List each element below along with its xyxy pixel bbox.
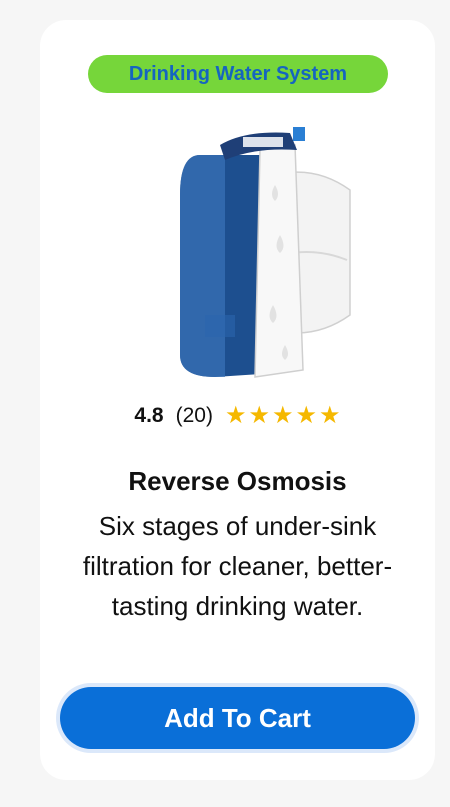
product-description: Six stages of under-sink filtration for … [82,511,393,621]
product-image [180,127,351,378]
add-to-cart-button[interactable]: Add To Cart [60,687,415,749]
rating-value: 4.8 [134,404,164,427]
star-icon: ★ [319,402,341,429]
star-icon: ★ [295,402,318,429]
product-title: Reverse Osmosis [128,466,347,496]
rating-count: (20) [175,404,213,427]
rating-row: 4.8 (20) ★ ★ ★ ★ ★ [40,404,435,428]
star-icon: ★ [272,402,294,429]
star-icon: ★ [224,402,247,429]
star-rating: ★ ★ ★ ★ ★ [225,404,341,428]
star-icon: ★ [248,402,271,429]
product-card: Drinking Water System 4.8 (20) ★ ★ ★ ★ ★… [40,20,435,780]
category-badge: Drinking Water System [88,55,388,93]
